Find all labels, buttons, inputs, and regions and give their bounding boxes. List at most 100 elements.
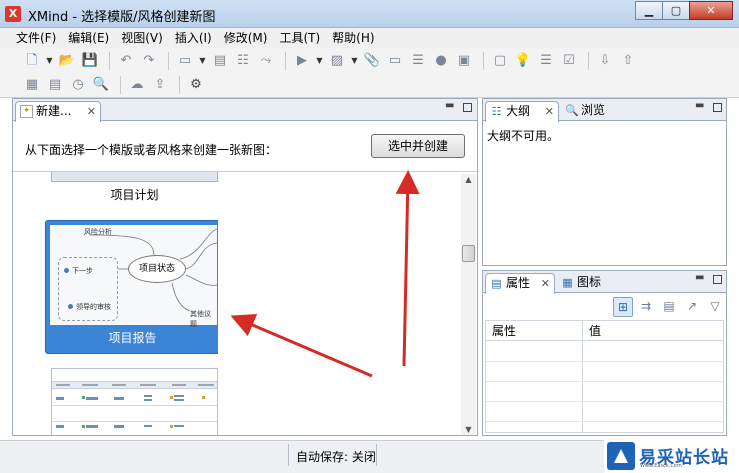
menu-file[interactable]: 文件(F) bbox=[10, 28, 62, 48]
topic-icon[interactable]: ▭ bbox=[175, 52, 195, 70]
template-card-project-report[interactable]: 风险分析 下一步 领导的审核 项目状态 其他议题 项目报告 bbox=[45, 220, 220, 354]
properties-panel: ▤ 属性 ✕ ▦ 图标 ▬ ⊞ ⇉ ▤ ↗ ▽ 属性 值 bbox=[482, 270, 727, 436]
search-doc-icon[interactable]: 🔍 bbox=[91, 76, 111, 94]
note-icon[interactable]: ▢ bbox=[490, 52, 510, 70]
menu-view[interactable]: 视图(V) bbox=[115, 28, 169, 48]
dropdown-icon[interactable]: ▼ bbox=[45, 52, 54, 70]
marker-icon[interactable]: ● bbox=[431, 52, 451, 70]
column-header-property[interactable]: 属性 bbox=[486, 321, 582, 341]
status-divider bbox=[376, 444, 377, 466]
image-icon[interactable]: ▨ bbox=[327, 52, 347, 70]
tree-view-icon[interactable]: ⊞ bbox=[613, 297, 633, 317]
table-row-line bbox=[486, 401, 723, 402]
save-icon[interactable]: 💾 bbox=[80, 52, 100, 70]
relationship-icon[interactable]: ⤳ bbox=[256, 52, 276, 70]
tab-outline-label: 大纲 bbox=[506, 104, 531, 118]
select-and-create-button[interactable]: 选中并创建 bbox=[371, 134, 465, 158]
status-divider bbox=[288, 444, 289, 466]
toolbar: 🗋 ▼ 📂 💾 ↶ ↷ ▭ ▼ ▤ ☷ ⤳ ▶ ▼ ▨ ▼ 📎 ▭ ☰ ● ▣ … bbox=[0, 48, 739, 98]
template-gallery: 项目计划 风险分析 下一步 领导的审核 项目状态 其他议题 项目报告 ▲ ▼ bbox=[13, 171, 477, 435]
menu-modify[interactable]: 修改(M) bbox=[218, 28, 274, 48]
xmind-app-icon: X bbox=[5, 6, 21, 22]
watermark-logo-icon bbox=[607, 442, 635, 470]
minimize-panel-icon[interactable]: ▬ bbox=[695, 101, 705, 112]
gallery-scrollbar[interactable]: ▲ ▼ bbox=[461, 174, 476, 435]
share-up-icon[interactable]: ⇧ bbox=[618, 52, 638, 70]
dropdown-icon[interactable]: ▼ bbox=[198, 52, 207, 70]
close-icon[interactable]: ✕ bbox=[545, 102, 554, 121]
toolbar-separator bbox=[168, 52, 169, 70]
share-down-icon[interactable]: ⇩ bbox=[595, 52, 615, 70]
properties-icon: ▤ bbox=[491, 277, 502, 290]
dropdown-icon[interactable]: ▼ bbox=[315, 52, 324, 70]
maximize-panel-icon[interactable] bbox=[713, 275, 722, 284]
properties-table: 属性 值 bbox=[485, 320, 724, 433]
template-thumbnail-table[interactable] bbox=[51, 368, 218, 435]
attachment-icon[interactable]: 📎 bbox=[362, 52, 382, 70]
close-icon[interactable]: ✕ bbox=[87, 102, 96, 121]
menu-insert[interactable]: 插入(I) bbox=[169, 28, 218, 48]
close-button[interactable]: ✕ bbox=[689, 1, 733, 20]
toolbar-separator bbox=[120, 76, 121, 94]
toolbar-separator bbox=[588, 52, 589, 70]
floating-topic-icon[interactable]: ☷ bbox=[233, 52, 253, 70]
drill-icon[interactable]: ▶ bbox=[292, 52, 312, 70]
maximize-panel-icon[interactable] bbox=[463, 103, 472, 112]
filter-icon[interactable]: ☑ bbox=[559, 52, 579, 70]
task-icon[interactable]: ☰ bbox=[536, 52, 556, 70]
maximize-button[interactable]: ▢ bbox=[662, 1, 690, 20]
cloud-upload-icon[interactable]: ☁ bbox=[127, 76, 147, 94]
template-instruction: 从下面选择一个模版或者风格来创建一张新图： bbox=[25, 143, 278, 157]
minimize-panel-icon[interactable]: ▬ bbox=[445, 101, 455, 112]
tab-properties[interactable]: ▤ 属性 ✕ bbox=[485, 273, 555, 294]
template-caption[interactable]: 项目计划 bbox=[51, 186, 218, 203]
table-preview-cells bbox=[56, 384, 214, 428]
presentation-icon[interactable]: ▣ bbox=[454, 52, 474, 70]
outline-panel: ☷ 大纲 ✕ 🔍 浏览 ▬ 大纲不可用。 bbox=[482, 98, 727, 266]
clock-icon[interactable]: ◷ bbox=[68, 76, 88, 94]
tab-browse-label: 浏览 bbox=[581, 103, 606, 117]
table-icon[interactable]: ▦ bbox=[22, 76, 42, 94]
chevron-down-icon[interactable]: ▽ bbox=[705, 297, 725, 317]
gear-icon[interactable]: ⚙ bbox=[186, 76, 206, 94]
redo-icon[interactable]: ↷ bbox=[139, 52, 159, 70]
watermark-url: Www.Easck.Com bbox=[640, 463, 682, 469]
maximize-panel-icon[interactable] bbox=[713, 103, 722, 112]
outline-icon: ☷ bbox=[491, 105, 502, 118]
mindmap-branches bbox=[89, 228, 217, 312]
gantt-icon[interactable]: ▤ bbox=[45, 76, 65, 94]
menu-help[interactable]: 帮助(H) bbox=[326, 28, 380, 48]
menu-tools[interactable]: 工具(T) bbox=[273, 28, 326, 48]
new-file-icon[interactable]: 🗋 bbox=[22, 52, 42, 70]
dropdown-icon[interactable]: ▼ bbox=[350, 52, 359, 70]
scrollbar-thumb[interactable] bbox=[462, 245, 475, 262]
boundary-icon[interactable]: ▭ bbox=[385, 52, 405, 70]
close-icon[interactable]: ✕ bbox=[541, 274, 550, 293]
open-folder-icon[interactable]: 📂 bbox=[57, 52, 77, 70]
scroll-down-icon[interactable]: ▼ bbox=[461, 424, 476, 435]
tab-outline[interactable]: ☷ 大纲 ✕ bbox=[485, 101, 559, 122]
autosave-status[interactable]: 自动保存: 关闭 bbox=[296, 448, 376, 465]
label-icon[interactable]: 💡 bbox=[513, 52, 533, 70]
column-header-value[interactable]: 值 bbox=[583, 321, 723, 341]
subtopic-icon[interactable]: ▤ bbox=[210, 52, 230, 70]
arrow-right-icon[interactable]: ⇉ bbox=[636, 297, 656, 317]
table-row-line bbox=[486, 421, 723, 422]
watermark: 易采站长站 Www.Easck.Com bbox=[604, 440, 739, 473]
export-icon[interactable]: ⇪ bbox=[150, 76, 170, 94]
list-icon[interactable]: ▤ bbox=[659, 297, 679, 317]
undo-icon[interactable]: ↶ bbox=[116, 52, 136, 70]
summary-icon[interactable]: ☰ bbox=[408, 52, 428, 70]
tab-icons[interactable]: ▦ 图标 bbox=[557, 273, 617, 294]
properties-toolbar: ⊞ ⇉ ▤ ↗ ▽ bbox=[613, 297, 728, 317]
minimize-panel-icon[interactable]: ▬ bbox=[695, 273, 705, 284]
export-icon[interactable]: ↗ bbox=[682, 297, 702, 317]
minimize-button[interactable]: ▁ bbox=[635, 1, 663, 20]
scroll-up-icon[interactable]: ▲ bbox=[461, 174, 476, 186]
tab-new[interactable]: ✦ 新建... ✕ bbox=[15, 101, 101, 122]
menu-edit[interactable]: 编辑(E) bbox=[62, 28, 115, 48]
toolbar-row-1: 🗋 ▼ 📂 💾 ↶ ↷ ▭ ▼ ▤ ☷ ⤳ ▶ ▼ ▨ ▼ 📎 ▭ ☰ ● ▣ … bbox=[22, 50, 641, 72]
template-thumbnail-project-plan[interactable] bbox=[51, 172, 218, 182]
tab-browse[interactable]: 🔍 浏览 bbox=[561, 101, 621, 122]
toolbar-row-2: ▦ ▤ ◷ 🔍 ☁ ⇪ ⚙ bbox=[22, 74, 209, 96]
